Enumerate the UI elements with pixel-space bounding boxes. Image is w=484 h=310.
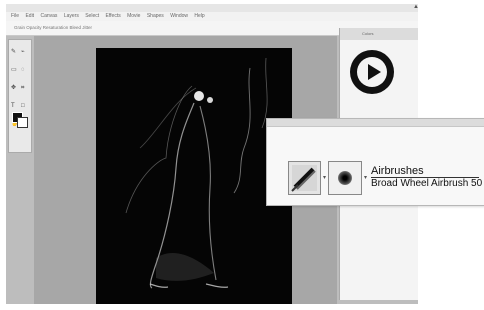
painting-artwork [125, 57, 268, 289]
menu-movie[interactable]: Movie [127, 13, 140, 19]
menu-edit[interactable]: Edit [25, 13, 34, 19]
move-tool-icon[interactable]: ✥ [11, 85, 19, 91]
color-wheel-inner [357, 57, 387, 87]
soft-dab-icon [338, 171, 352, 185]
brush-variant-label: Broad Wheel Airbrush 50 [371, 178, 483, 189]
additional-color-swatch[interactable] [17, 117, 28, 128]
colors-panel-tab[interactable]: Colors [340, 28, 418, 40]
menu-canvas[interactable]: Canvas [40, 13, 57, 19]
crop-tool-icon[interactable]: ⌗ [21, 85, 29, 91]
menu-select[interactable]: Select [85, 13, 99, 19]
brush-selector-bar: ▾ ▾ Airbrushes Broad Wheel Airbrush 50 [266, 118, 484, 206]
property-bar-text: Grain Opacity Resaturation Bleed Jitter [14, 25, 93, 30]
dropper-tool-icon[interactable]: ⌁ [21, 49, 29, 55]
brush-variant-button[interactable] [328, 161, 362, 195]
lasso-tool-icon[interactable]: ◌ [21, 67, 29, 73]
eraser-tool-icon[interactable]: ▭ [11, 67, 19, 73]
scroll-up-icon[interactable]: ▲ [413, 4, 421, 12]
menu-bar: File Edit Canvas Layers Select Effects M… [6, 12, 418, 21]
brush-tool-icon[interactable]: ✎ [11, 49, 19, 55]
brush-category-button[interactable] [288, 161, 321, 195]
menu-shapes[interactable]: Shapes [147, 13, 164, 19]
title-bar [6, 4, 418, 12]
menu-window[interactable]: Window [170, 13, 188, 19]
airbrush-pen-icon [291, 165, 317, 192]
saturation-triangle-icon[interactable] [368, 64, 381, 80]
document-canvas[interactable] [96, 48, 292, 304]
toolbox: ✎⌁ ▭◌ ✥⌗ T□ ✋⌕ [8, 39, 32, 153]
menu-file[interactable]: File [11, 13, 19, 19]
brush-selector-tabs [267, 119, 484, 127]
menu-effects[interactable]: Effects [106, 13, 121, 19]
brush-variant-dropdown-icon[interactable]: ▾ [364, 161, 370, 195]
color-wheel[interactable] [350, 50, 394, 94]
menu-layers[interactable]: Layers [64, 13, 79, 19]
menu-help[interactable]: Help [194, 13, 204, 19]
brush-category-label: Airbrushes [371, 165, 424, 177]
shape-tool-icon[interactable]: □ [21, 103, 29, 109]
text-tool-icon[interactable]: T [11, 103, 19, 109]
